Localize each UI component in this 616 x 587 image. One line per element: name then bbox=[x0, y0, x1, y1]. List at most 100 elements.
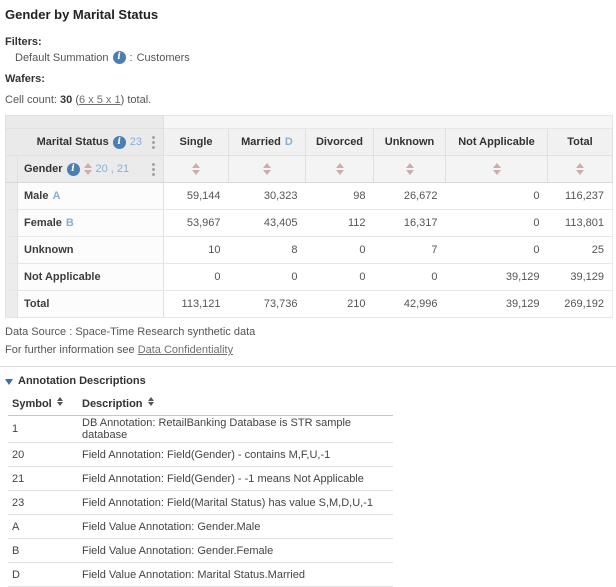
data-cell: 39,129 bbox=[548, 264, 613, 291]
page-title: Gender by Marital Status bbox=[5, 8, 611, 22]
sort-icon[interactable] bbox=[336, 163, 344, 175]
data-cell: 39,129 bbox=[446, 291, 548, 318]
row-strip bbox=[6, 210, 18, 237]
cell-count-value: 30 bbox=[60, 94, 72, 106]
data-cell: 269,192 bbox=[548, 291, 613, 318]
sort-cell-single bbox=[164, 156, 229, 183]
page: Gender by Marital Status Filters: Defaul… bbox=[0, 8, 616, 587]
data-cell: 39,129 bbox=[446, 264, 548, 291]
data-cell: 53,967 bbox=[164, 210, 229, 237]
collapse-triangle-icon[interactable] bbox=[5, 379, 13, 385]
description-column-header[interactable]: Description bbox=[78, 394, 393, 416]
data-cell: 73,736 bbox=[229, 291, 306, 318]
annotation-symbol: 23 bbox=[8, 491, 78, 515]
data-cell: 10 bbox=[164, 237, 229, 264]
paren-close: ) bbox=[121, 94, 125, 106]
data-cell: 0 bbox=[446, 210, 548, 237]
annotation-symbol: D bbox=[8, 563, 78, 587]
row-dimension-header[interactable]: Gender 20 , 21 bbox=[18, 156, 164, 183]
annotation-ref[interactable]: 20 , 21 bbox=[96, 163, 130, 175]
sort-cell-not-applicable bbox=[446, 156, 548, 183]
data-cell: 113,121 bbox=[164, 291, 229, 318]
row-header: MaleA bbox=[18, 183, 164, 210]
data-cell: 0 bbox=[229, 264, 306, 291]
annotation-description: Field Value Annotation: Gender.Male bbox=[78, 515, 393, 539]
data-cell: 26,672 bbox=[374, 183, 446, 210]
data-cell: 0 bbox=[374, 264, 446, 291]
data-cell: 43,405 bbox=[229, 210, 306, 237]
sort-cell-divorced bbox=[306, 156, 374, 183]
sort-icon[interactable] bbox=[84, 163, 92, 175]
column-header-single: Single bbox=[164, 129, 229, 156]
further-info-line: For further information see Data Confide… bbox=[5, 344, 611, 356]
annotation-section-header[interactable]: Annotation Descriptions bbox=[5, 375, 611, 387]
data-cell: 25 bbox=[548, 237, 613, 264]
symbol-column-header[interactable]: Symbol bbox=[8, 394, 78, 416]
row-strip bbox=[6, 291, 18, 318]
data-cell: 0 bbox=[306, 237, 374, 264]
annotation-ref[interactable]: D bbox=[285, 136, 293, 148]
sort-icon[interactable] bbox=[576, 163, 584, 175]
annotation-row: 21 Field Annotation: Field(Gender) - -1 … bbox=[8, 467, 393, 491]
annotation-ref[interactable]: B bbox=[66, 217, 74, 229]
info-icon[interactable] bbox=[113, 136, 126, 149]
column-header-not-applicable: Not Applicable bbox=[446, 129, 548, 156]
filter-name: Default Summation bbox=[15, 52, 109, 64]
section-divider bbox=[0, 366, 616, 367]
further-info-prefix: For further information see bbox=[5, 344, 135, 356]
sort-icon[interactable] bbox=[493, 163, 501, 175]
data-cell: 7 bbox=[374, 237, 446, 264]
annotation-row: 20 Field Annotation: Field(Gender) - con… bbox=[8, 443, 393, 467]
column-header-row: Marital Status 23 Single MarriedD Divorc… bbox=[6, 129, 613, 156]
data-cell: 116,237 bbox=[548, 183, 613, 210]
sort-icon[interactable] bbox=[406, 163, 414, 175]
row-strip bbox=[6, 264, 18, 291]
data-cell: 0 bbox=[164, 264, 229, 291]
annotation-ref[interactable]: 23 bbox=[130, 136, 142, 148]
filters-label: Filters: bbox=[5, 36, 611, 48]
filter-value: Customers bbox=[137, 52, 190, 64]
data-cell: 42,996 bbox=[374, 291, 446, 318]
table-row-female: FemaleB 53,967 43,405 112 16,317 0 113,8… bbox=[6, 210, 613, 237]
annotation-symbol: A bbox=[8, 515, 78, 539]
data-cell: 8 bbox=[229, 237, 306, 264]
crosstab-table: Marital Status 23 Single MarriedD Divorc… bbox=[5, 115, 613, 318]
annotation-row: 1 DB Annotation: RetailBanking Database … bbox=[8, 416, 393, 443]
sort-icon[interactable] bbox=[263, 163, 271, 175]
annotation-description: Field Annotation: Field(Gender) - -1 mea… bbox=[78, 467, 393, 491]
row-header: Not Applicable bbox=[18, 264, 164, 291]
filter-colon: : bbox=[130, 52, 133, 64]
annotation-symbol: B bbox=[8, 539, 78, 563]
annotation-row: D Field Value Annotation: Marital Status… bbox=[8, 563, 393, 587]
row-strip bbox=[6, 156, 18, 183]
data-cell: 113,801 bbox=[548, 210, 613, 237]
row-header: Unknown bbox=[18, 237, 164, 264]
cell-count-link[interactable]: 6 x 5 x 1 bbox=[79, 94, 121, 106]
row-dimension-label: Gender bbox=[24, 163, 63, 175]
wafers-label: Wafers: bbox=[5, 73, 611, 85]
column-header-unknown: Unknown bbox=[374, 129, 446, 156]
sort-icon[interactable] bbox=[192, 163, 200, 175]
column-dimension-header[interactable]: Marital Status 23 bbox=[6, 129, 164, 156]
cell-count-line: Cell count: 30 (6 x 5 x 1) total. bbox=[5, 94, 611, 106]
annotation-header-row: Symbol Description bbox=[8, 394, 393, 416]
info-icon[interactable] bbox=[113, 51, 126, 64]
info-icon[interactable] bbox=[67, 163, 80, 176]
sort-icon[interactable] bbox=[148, 397, 154, 406]
annotation-ref[interactable]: A bbox=[52, 190, 60, 202]
data-cell: 16,317 bbox=[374, 210, 446, 237]
annotation-description: Field Annotation: Field(Gender) - contai… bbox=[78, 443, 393, 467]
column-header-married: MarriedD bbox=[229, 129, 306, 156]
sort-icon[interactable] bbox=[57, 397, 63, 406]
row-strip bbox=[6, 237, 18, 264]
table-row-total: Total 113,121 73,736 210 42,996 39,129 2… bbox=[6, 291, 613, 318]
table-row-male: MaleA 59,144 30,323 98 26,672 0 116,237 bbox=[6, 183, 613, 210]
data-cell: 59,144 bbox=[164, 183, 229, 210]
kebab-menu-icon[interactable] bbox=[150, 134, 157, 151]
data-confidentiality-link[interactable]: Data Confidentiality bbox=[138, 344, 233, 356]
annotation-description: Field Value Annotation: Marital Status.M… bbox=[78, 563, 393, 587]
kebab-menu-icon[interactable] bbox=[150, 161, 157, 178]
sort-cell-unknown bbox=[374, 156, 446, 183]
annotation-section-title: Annotation Descriptions bbox=[18, 375, 146, 387]
sort-cell-total bbox=[548, 156, 613, 183]
